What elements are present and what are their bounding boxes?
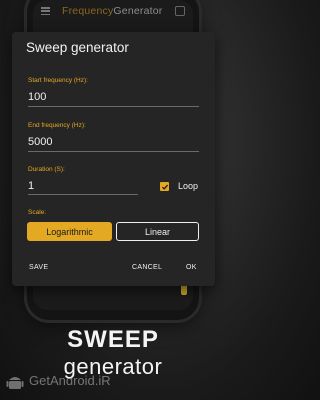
ok-button[interactable]: OK	[186, 264, 197, 271]
scale-linear-button[interactable]: Linear	[116, 222, 199, 241]
duration-label: Duration (S):	[28, 166, 65, 173]
app-bar: FrequencyGenerator	[33, 0, 193, 22]
start-frequency-label: Start frequency (Hz):	[28, 77, 88, 84]
end-frequency-underline	[28, 151, 199, 152]
loop-label: Loop	[178, 181, 199, 191]
menu-icon[interactable]	[41, 7, 50, 15]
more-icon[interactable]	[175, 6, 185, 16]
end-frequency-label: End frequency (Hz):	[28, 122, 86, 129]
check-icon	[161, 184, 168, 190]
android-logo-icon	[6, 377, 24, 389]
end-frequency-input[interactable]: 5000	[28, 136, 52, 148]
app-title: FrequencyGenerator	[62, 5, 163, 17]
cancel-button[interactable]: CANCEL	[132, 264, 162, 271]
promo-headline: SWEEP	[67, 326, 159, 353]
save-button[interactable]: SAVE	[29, 264, 48, 271]
watermark-text: GetAndroid.iR	[29, 373, 111, 388]
scale-label: Scale:	[28, 209, 47, 216]
duration-underline	[28, 194, 138, 195]
dialog-title: Sweep generator	[26, 40, 129, 55]
sweep-dialog: Sweep generator Start frequency (Hz): 10…	[12, 32, 215, 286]
start-frequency-underline	[28, 106, 199, 107]
duration-input[interactable]: 1	[28, 180, 34, 192]
start-frequency-input[interactable]: 100	[28, 91, 46, 103]
scale-logarithmic-button[interactable]: Logarithmic	[27, 222, 112, 241]
loop-checkbox[interactable]	[160, 182, 169, 191]
